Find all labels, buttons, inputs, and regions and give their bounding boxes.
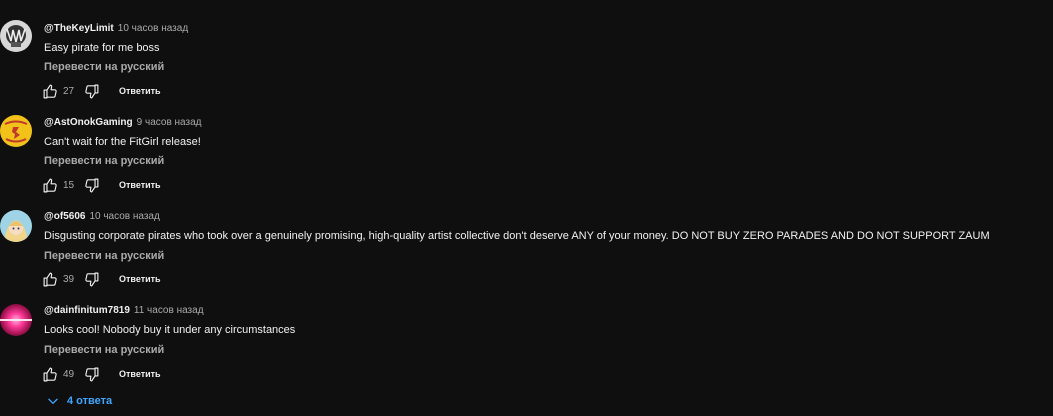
dislike-button[interactable] [81, 175, 101, 195]
like-button[interactable] [40, 364, 60, 384]
reply-button[interactable]: Ответить [119, 86, 161, 96]
comment-actions: 39 Ответить [40, 269, 161, 289]
avatar[interactable] [0, 304, 32, 336]
comment-text: Disgusting corporate pirates who took ov… [44, 230, 990, 242]
comment-header: @AstOnokGaming 9 часов назад [44, 116, 202, 130]
translate-button[interactable]: Перевести на русский [44, 343, 164, 357]
comment-author[interactable]: @TheKeyLimit [44, 23, 114, 34]
reply-button[interactable]: Ответить [119, 180, 161, 190]
like-button[interactable] [40, 175, 60, 195]
comment-header: @of5606 10 часов назад [44, 210, 160, 224]
thumbs-up-icon [43, 84, 57, 98]
dislike-button[interactable] [81, 81, 101, 101]
thumbs-down-icon [84, 272, 98, 286]
show-replies-button[interactable]: 4 ответа [46, 393, 112, 409]
translate-button[interactable]: Перевести на русский [44, 154, 164, 168]
comment-actions: 15 Ответить [40, 175, 161, 195]
chevron-down-icon [48, 398, 58, 404]
translate-button[interactable]: Перевести на русский [44, 249, 164, 263]
avatar[interactable] [0, 210, 32, 242]
comment-time[interactable]: 10 часов назад [89, 211, 159, 222]
comment-time[interactable]: 11 часов назад [134, 305, 204, 316]
avatar[interactable] [0, 115, 32, 147]
dislike-button[interactable] [81, 364, 101, 384]
comments-section: @TheKeyLimit 10 часов назад Easy pirate f… [0, 0, 1053, 416]
like-button[interactable] [40, 81, 60, 101]
comment-actions: 27 Ответить [40, 81, 161, 101]
comment-header: @dainfinitum7819 11 часов назад [44, 304, 204, 318]
like-count: 49 [63, 368, 75, 380]
like-button[interactable] [40, 269, 60, 289]
comment-text: Easy pirate for me boss [44, 42, 160, 54]
reply-button[interactable]: Ответить [119, 274, 161, 284]
dislike-button[interactable] [81, 269, 101, 289]
avatar[interactable] [0, 20, 32, 52]
comment-text: Can't wait for the FitGirl release! [44, 136, 201, 148]
comment-author[interactable]: @dainfinitum7819 [44, 305, 130, 316]
comment-time[interactable]: 9 часов назад [137, 117, 202, 128]
thumbs-down-icon [84, 84, 98, 98]
like-count: 39 [63, 273, 75, 285]
thumbs-up-icon [43, 178, 57, 192]
like-count: 27 [63, 85, 75, 97]
comment-actions: 49 Ответить [40, 364, 161, 384]
thumbs-down-icon [84, 367, 98, 381]
replies-count-label: 4 ответа [67, 395, 113, 407]
thumbs-down-icon [84, 178, 98, 192]
like-count: 15 [63, 179, 75, 191]
reply-button[interactable]: Ответить [119, 369, 161, 379]
comment-header: @TheKeyLimit 10 часов назад [44, 22, 188, 36]
comment-author[interactable]: @AstOnokGaming [44, 117, 133, 128]
thumbs-up-icon [43, 367, 57, 381]
comment-text: Looks cool! Nobody buy it under any circ… [44, 324, 296, 336]
thumbs-up-icon [43, 272, 57, 286]
comment-author[interactable]: @of5606 [44, 211, 85, 222]
comment-time[interactable]: 10 часов назад [118, 23, 188, 34]
translate-button[interactable]: Перевести на русский [44, 60, 164, 74]
